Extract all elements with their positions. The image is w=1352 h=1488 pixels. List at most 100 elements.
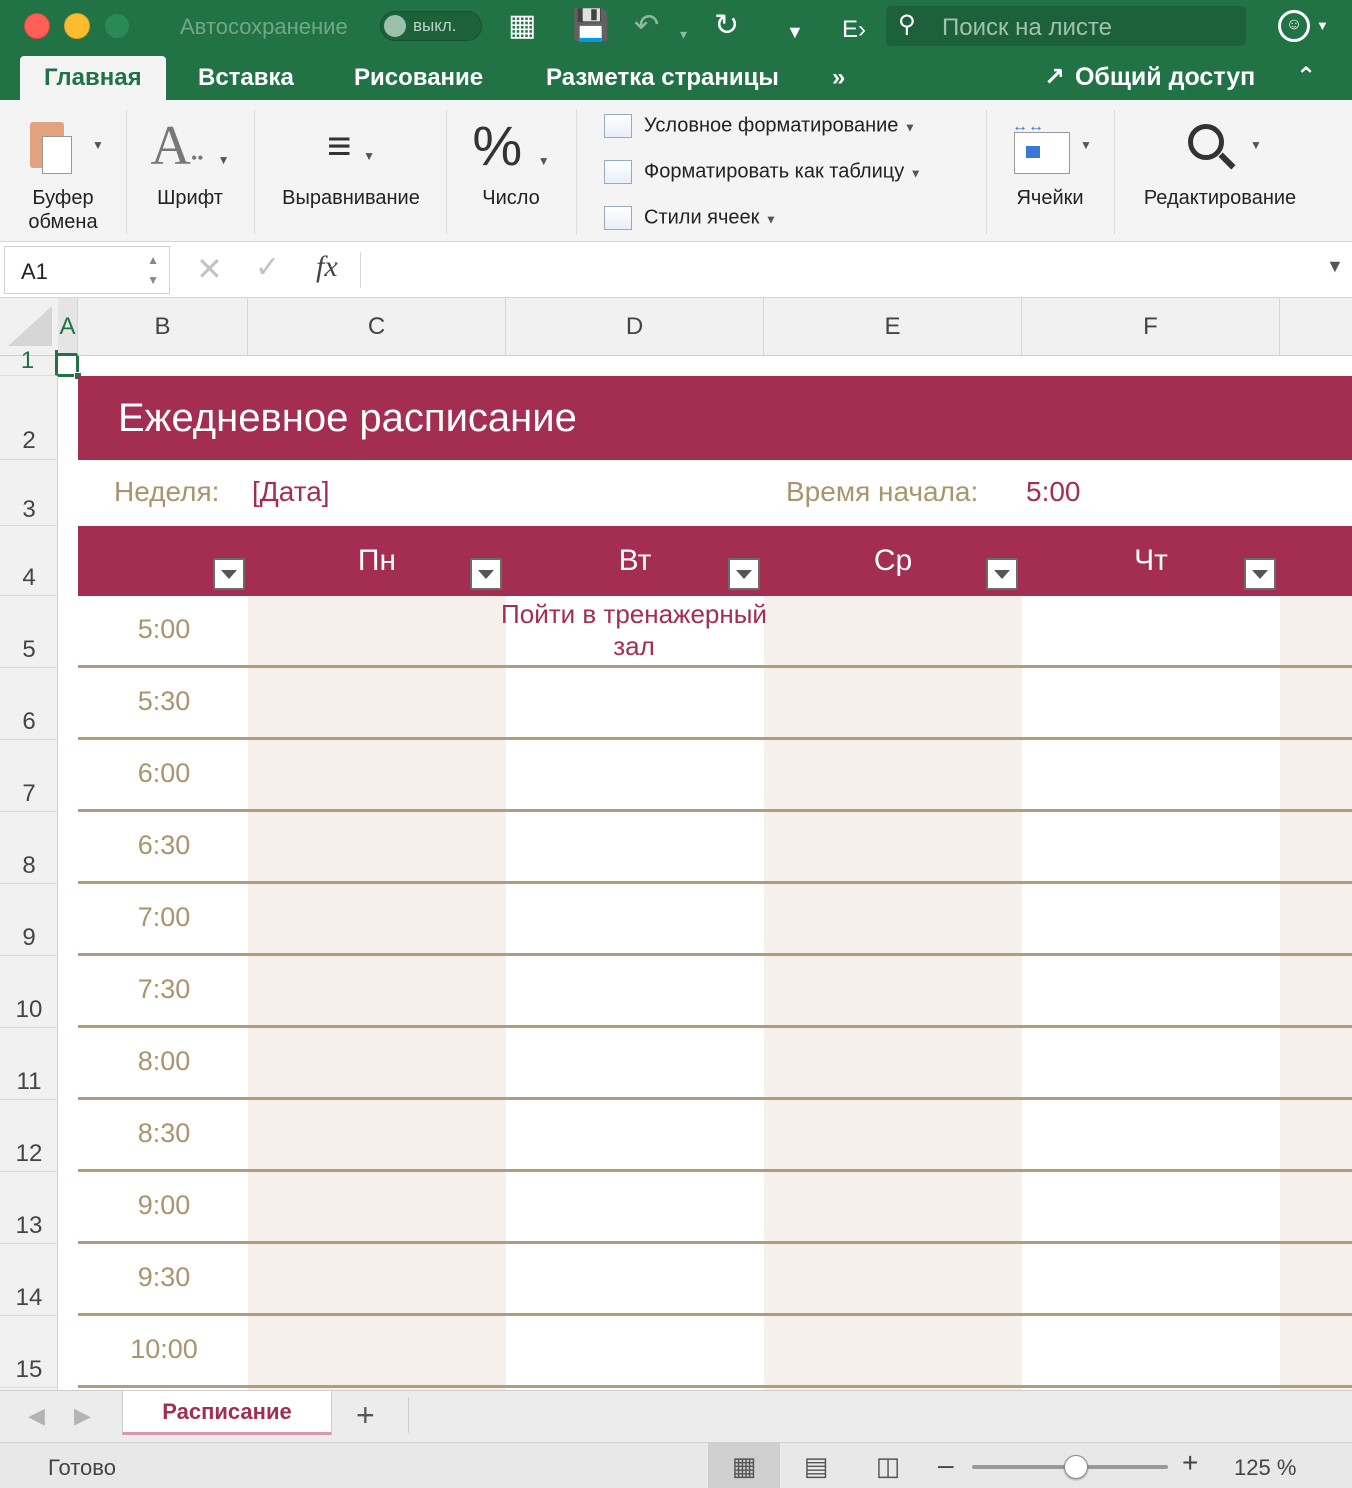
filter-dropdown-icon[interactable] — [1244, 558, 1276, 590]
prev-sheet-icon[interactable]: ◀ — [28, 1403, 45, 1429]
chevron-down-icon[interactable]: ▼ — [1316, 18, 1329, 33]
search-input[interactable]: Поиск на листе — [942, 14, 1112, 42]
tab-draw[interactable]: Рисование — [354, 64, 483, 92]
format-as-table-button[interactable]: Форматировать как таблицу ▼ — [604, 160, 922, 184]
week-label[interactable]: Неделя: — [114, 476, 219, 508]
row-header[interactable]: 4 — [0, 526, 58, 596]
search-box[interactable]: ⚲ Поиск на листе — [886, 6, 1246, 46]
zoom-slider-handle[interactable] — [1064, 1455, 1088, 1479]
cells-group[interactable]: ↔↔ ▼ Ячейки — [1000, 110, 1100, 210]
row-header[interactable]: 8 — [0, 812, 58, 884]
time-row[interactable]: 7:00 — [78, 884, 1352, 956]
magnifier-icon: ▼ — [1130, 110, 1310, 186]
time-row[interactable]: 7:30 — [78, 956, 1352, 1028]
sheet-tab-schedule[interactable]: Расписание — [122, 1391, 332, 1435]
next-sheet-icon[interactable]: ▶ — [74, 1403, 91, 1429]
schedule-title[interactable]: Ежедневное расписание — [118, 396, 577, 441]
column-header-f[interactable]: F — [1022, 298, 1280, 356]
close-window-button[interactable] — [24, 13, 50, 39]
add-sheet-icon[interactable]: + — [356, 1397, 375, 1434]
zoom-level[interactable]: 125 % — [1234, 1455, 1296, 1481]
tab-insert[interactable]: Вставка — [198, 64, 294, 92]
customize-toolbar-icon[interactable]: ▼ — [786, 16, 804, 48]
number-group[interactable]: % ▼ Число — [464, 110, 558, 210]
filter-dropdown-icon[interactable] — [470, 558, 502, 590]
start-time-label[interactable]: Время начала: — [786, 476, 978, 508]
page-layout-view-icon[interactable]: ▤ — [780, 1443, 852, 1488]
alignment-label: Выравнивание — [282, 187, 420, 209]
minimize-window-button[interactable] — [64, 13, 90, 39]
zoom-out-icon[interactable]: – — [938, 1449, 954, 1481]
feedback-smile-icon[interactable]: ☺ — [1278, 10, 1310, 42]
row-header[interactable]: 15 — [0, 1316, 58, 1388]
filter-dropdown-icon[interactable] — [986, 558, 1018, 590]
row-header[interactable]: 14 — [0, 1244, 58, 1316]
cancel-icon[interactable]: ✕ — [196, 250, 223, 288]
column-header-a[interactable]: A — [58, 298, 78, 356]
tab-page-layout[interactable]: Разметка страницы — [546, 64, 779, 92]
expand-formula-bar-icon[interactable]: ▼ — [1326, 256, 1344, 277]
row-header[interactable]: 6 — [0, 668, 58, 740]
row-header[interactable]: 1 — [0, 349, 58, 376]
time-row[interactable]: 9:30 — [78, 1244, 1352, 1316]
event-cell-tue-5-00[interactable]: Пойти в тренажерный зал — [486, 598, 782, 662]
open-icon[interactable]: ▦ — [508, 10, 536, 42]
tab-home[interactable]: Главная — [20, 56, 166, 100]
zoom-in-icon[interactable]: + — [1182, 1447, 1198, 1479]
insert-function-icon[interactable]: fx — [316, 250, 338, 284]
alignment-group[interactable]: ≡ ▼ Выравнивание — [270, 110, 432, 210]
undo-dropdown-icon[interactable]: ▾ — [680, 18, 687, 50]
time-row[interactable]: 8:00 — [78, 1028, 1352, 1100]
cell-styles-button[interactable]: Стили ячеек ▼ — [604, 206, 777, 230]
active-cell[interactable] — [58, 356, 82, 380]
row-header[interactable]: 12 — [0, 1100, 58, 1172]
column-header-c[interactable]: C — [248, 298, 506, 356]
page-break-view-icon[interactable]: ◫ — [852, 1443, 924, 1488]
day-header-thu[interactable]: Чт — [1022, 544, 1280, 578]
row-header[interactable]: 10 — [0, 956, 58, 1028]
status-text: Готово — [48, 1455, 116, 1480]
editing-group[interactable]: ▼ Редактирование — [1130, 110, 1310, 210]
name-box[interactable]: A1 ▲ ▼ — [4, 246, 170, 294]
filter-dropdown-icon[interactable] — [728, 558, 760, 590]
undo-icon[interactable]: ↶ — [634, 10, 659, 42]
toolbar-more-icon[interactable]: E› — [842, 14, 866, 46]
time-row[interactable]: 10:00 — [78, 1316, 1352, 1388]
row-header[interactable]: 11 — [0, 1028, 58, 1100]
enter-icon[interactable]: ✓ — [255, 250, 280, 285]
font-group[interactable]: A•• ▼ Шрифт — [140, 110, 240, 210]
worksheet[interactable]: Ежедневное расписание Неделя: [Дата] Вре… — [58, 356, 1352, 1390]
column-header-d[interactable]: D — [506, 298, 764, 356]
column-header-e[interactable]: E — [764, 298, 1022, 356]
select-all-button[interactable] — [8, 306, 52, 346]
zoom-window-button[interactable] — [104, 13, 130, 39]
filter-dropdown-icon[interactable] — [213, 558, 245, 590]
row-header[interactable]: 5 — [0, 596, 58, 668]
day-header-mon[interactable]: Пн — [248, 544, 506, 578]
row-header[interactable]: 2 — [0, 376, 58, 460]
more-tabs-icon[interactable]: » — [832, 64, 845, 92]
normal-view-icon[interactable]: ▦ — [708, 1443, 780, 1488]
row-header[interactable]: 3 — [0, 460, 58, 526]
clipboard-group[interactable]: ▼ Буфер обмена — [18, 110, 108, 234]
week-value[interactable]: [Дата] — [252, 476, 330, 508]
time-row[interactable]: 9:00 — [78, 1172, 1352, 1244]
autosave-toggle[interactable]: выкл. — [380, 11, 482, 41]
time-row[interactable]: 6:30 — [78, 812, 1352, 884]
save-icon[interactable]: 💾 — [572, 10, 609, 42]
row-header[interactable]: 13 — [0, 1172, 58, 1244]
row-header[interactable]: 7 — [0, 740, 58, 812]
time-row[interactable]: 5:30 — [78, 668, 1352, 740]
conditional-formatting-button[interactable]: Условное форматирование ▼ — [604, 114, 916, 138]
start-time-value[interactable]: 5:00 — [1026, 476, 1081, 508]
day-header-tue[interactable]: Вт — [506, 544, 764, 578]
redo-icon[interactable]: ↻ — [714, 10, 739, 42]
row-header[interactable]: 9 — [0, 884, 58, 956]
share-button[interactable]: ↗ Общий доступ — [1044, 62, 1255, 92]
collapse-ribbon-icon[interactable]: ⌃ — [1296, 62, 1316, 91]
day-header-wed[interactable]: Ср — [764, 544, 1022, 578]
time-row[interactable]: 6:00 — [78, 740, 1352, 812]
name-box-stepper-icon[interactable]: ▲ ▼ — [147, 250, 159, 290]
time-row[interactable]: 8:30 — [78, 1100, 1352, 1172]
column-header-b[interactable]: B — [78, 298, 248, 356]
